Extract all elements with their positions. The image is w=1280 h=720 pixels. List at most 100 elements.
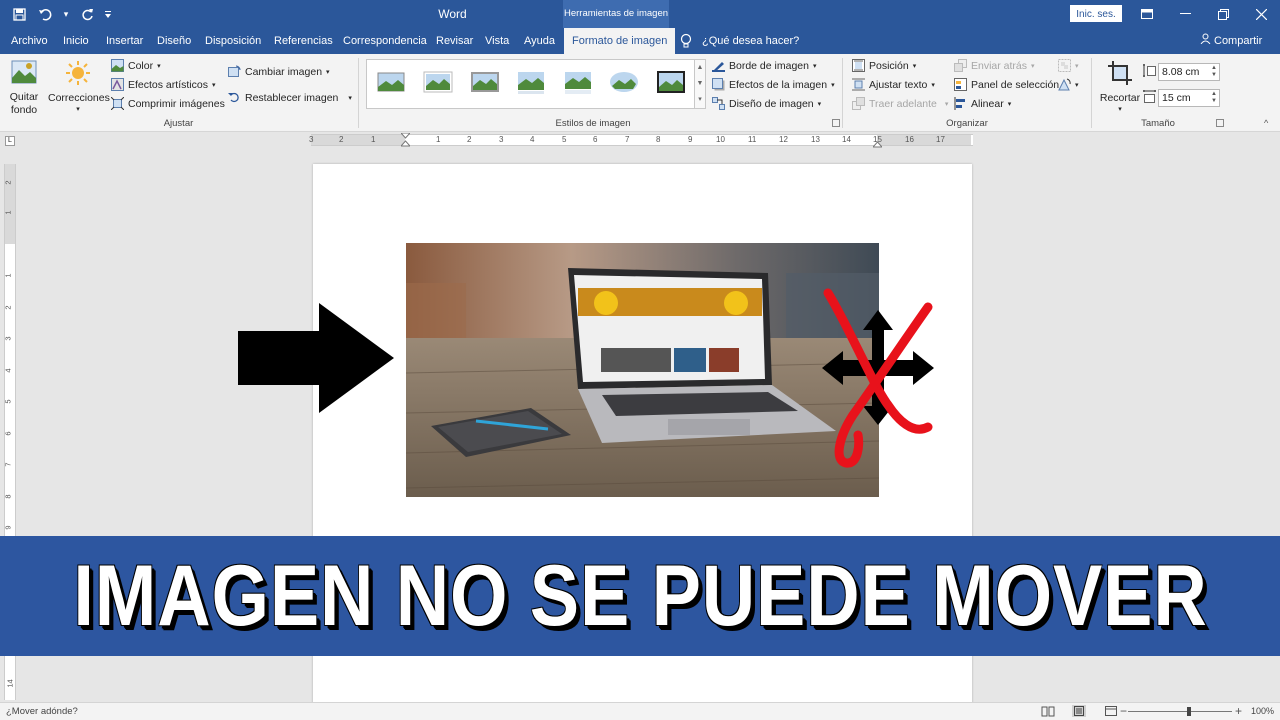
wrap-text-button[interactable]: Ajustar texto ▾ bbox=[852, 78, 935, 91]
collapse-ribbon-icon[interactable]: ^ bbox=[1264, 118, 1268, 128]
dialog-launcher-icon[interactable] bbox=[1216, 119, 1224, 127]
shape-height-icon bbox=[1143, 64, 1156, 80]
tab-referencias[interactable]: Referencias bbox=[274, 28, 333, 54]
picture-style-thumbnail[interactable] bbox=[376, 69, 406, 95]
zoom-slider-thumb[interactable] bbox=[1187, 707, 1191, 716]
tab-selector-icon[interactable]: L bbox=[5, 136, 15, 146]
tab-vista[interactable]: Vista bbox=[485, 28, 509, 54]
horizontal-ruler[interactable]: 3 2 1 1 2 3 4 5 6 7 8 9 10 11 12 13 14 1… bbox=[309, 132, 973, 148]
chevron-down-icon: ▾ bbox=[157, 62, 161, 70]
dialog-launcher-icon[interactable] bbox=[832, 119, 840, 127]
sign-in-button[interactable]: Inic. ses. bbox=[1070, 5, 1122, 22]
banner-headline: IMAGEN NO SE PUEDE MOVER bbox=[72, 547, 1208, 644]
share-label: Compartir bbox=[1214, 35, 1263, 47]
window-title: Word bbox=[438, 7, 467, 21]
zoom-percentage[interactable]: 100% bbox=[1251, 706, 1274, 716]
close-icon[interactable] bbox=[1242, 0, 1280, 28]
bring-forward-icon bbox=[852, 97, 865, 110]
tab-formato-de-imagen[interactable]: Formato de imagen bbox=[564, 28, 676, 54]
tab-diseno[interactable]: Diseño bbox=[157, 28, 191, 54]
chevron-down-icon: ▾ bbox=[944, 100, 949, 108]
position-label: Posición bbox=[869, 59, 909, 72]
artistic-effects-label: Efectos artísticos bbox=[128, 78, 208, 91]
ruler-number: 8 bbox=[656, 135, 661, 144]
read-mode-icon[interactable] bbox=[1041, 705, 1055, 717]
share-button[interactable]: Compartir bbox=[1200, 28, 1262, 54]
change-picture-button[interactable]: Cambiar imagen ▾ bbox=[228, 65, 330, 78]
shape-width-input[interactable]: 15 cm ▲ ▼ bbox=[1158, 89, 1220, 107]
document-image[interactable] bbox=[406, 243, 879, 497]
ruler-number: 2 bbox=[3, 180, 13, 185]
group-objects-button[interactable]: ▾ bbox=[1058, 59, 1079, 72]
change-picture-label: Cambiar imagen bbox=[245, 65, 323, 78]
remove-background-icon bbox=[11, 60, 37, 87]
send-backward-button[interactable]: Enviar atrás ▾ bbox=[954, 59, 1035, 72]
ruler-number: 3 bbox=[3, 336, 13, 341]
picture-style-thumbnail[interactable] bbox=[563, 69, 593, 95]
remove-background-button[interactable]: Quitar fondo bbox=[6, 58, 42, 116]
picture-style-thumbnail[interactable] bbox=[609, 69, 639, 95]
zoom-out-icon[interactable]: − bbox=[1120, 704, 1127, 718]
tab-revisar[interactable]: Revisar bbox=[436, 28, 473, 54]
tab-ayuda[interactable]: Ayuda bbox=[524, 28, 555, 54]
right-indent-marker-icon[interactable] bbox=[871, 139, 884, 151]
ruler-number: 16 bbox=[905, 135, 914, 144]
status-bar: ¿Mover adónde? − + 100% bbox=[0, 702, 1280, 720]
tab-disposicion[interactable]: Disposición bbox=[205, 28, 261, 54]
ribbon-display-options-icon[interactable] bbox=[1128, 0, 1166, 28]
picture-layout-button[interactable]: Diseño de imagen ▾ bbox=[712, 97, 821, 110]
group-label-ajustar: Ajustar bbox=[163, 118, 194, 129]
styles-gallery-scroll[interactable]: ▲ ▼ ▾ bbox=[694, 59, 706, 109]
tell-me-search[interactable]: ¿Qué desea hacer? bbox=[702, 28, 799, 54]
tab-archivo[interactable]: Archivo bbox=[11, 28, 48, 54]
color-button[interactable]: Color ▾ bbox=[111, 59, 161, 72]
group-objects-icon bbox=[1058, 59, 1071, 72]
ruler-number: 4 bbox=[3, 368, 13, 373]
zoom-slider[interactable] bbox=[1128, 711, 1232, 712]
position-button[interactable]: Posición ▾ bbox=[852, 59, 916, 72]
spinner-icon[interactable]: ▲ ▼ bbox=[1211, 91, 1217, 105]
chevron-down-icon: ▾ bbox=[912, 62, 917, 70]
selection-pane-button[interactable]: Panel de selección bbox=[954, 78, 1059, 91]
indent-marker-icon[interactable] bbox=[399, 132, 412, 150]
ruler-number: 11 bbox=[748, 135, 757, 144]
reset-picture-button[interactable]: Restablecer imagen ▾ bbox=[228, 91, 352, 104]
person-icon bbox=[1200, 28, 1211, 54]
crop-button[interactable]: Recortar ▾ bbox=[1097, 58, 1143, 116]
ruler-number: 10 bbox=[716, 135, 725, 144]
wrap-text-icon bbox=[852, 78, 865, 91]
ruler-number: 5 bbox=[562, 135, 567, 144]
color-icon bbox=[111, 59, 124, 72]
ruler-number: 14 bbox=[842, 135, 851, 144]
picture-style-thumbnail[interactable] bbox=[656, 69, 686, 95]
ruler-number: 4 bbox=[530, 135, 535, 144]
remove-background-label-2: fondo bbox=[10, 104, 38, 116]
compress-pictures-button[interactable]: Comprimir imágenes bbox=[110, 96, 225, 111]
print-layout-icon[interactable] bbox=[1072, 705, 1086, 717]
minimize-icon[interactable] bbox=[1166, 0, 1204, 28]
shape-height-input[interactable]: 8.08 cm ▲ ▼ bbox=[1158, 63, 1220, 81]
tab-inicio[interactable]: Inicio bbox=[63, 28, 89, 54]
bring-forward-button[interactable]: Traer adelante ▾ bbox=[852, 97, 948, 110]
compress-label: Comprimir imágenes bbox=[128, 97, 225, 110]
crop-label: Recortar bbox=[1099, 92, 1141, 104]
restore-icon[interactable] bbox=[1204, 0, 1242, 28]
tab-correspondencia[interactable]: Correspondencia bbox=[343, 28, 427, 54]
picture-style-thumbnail[interactable] bbox=[470, 69, 500, 95]
ruler-number: 17 bbox=[936, 135, 945, 144]
web-layout-icon[interactable] bbox=[1104, 705, 1118, 717]
align-button[interactable]: Alinear ▾ bbox=[954, 97, 1011, 110]
spinner-icon[interactable]: ▲ ▼ bbox=[1211, 65, 1217, 79]
corrections-button[interactable]: Correcciones ▾ bbox=[48, 58, 110, 116]
picture-style-thumbnail[interactable] bbox=[423, 69, 453, 95]
picture-effects-button[interactable]: Efectos de la imagen ▾ bbox=[712, 78, 835, 91]
ruler-number: 1 bbox=[371, 135, 376, 144]
picture-border-button[interactable]: Borde de imagen ▾ bbox=[712, 59, 817, 72]
picture-style-thumbnail[interactable] bbox=[516, 69, 546, 95]
tab-insertar[interactable]: Insertar bbox=[106, 28, 143, 54]
rotate-button[interactable]: ▾ bbox=[1058, 78, 1079, 91]
group-label-organizar: Organizar bbox=[946, 118, 988, 129]
zoom-in-icon[interactable]: + bbox=[1235, 704, 1242, 718]
title-bar: ▾ Word Herramientas de imagen Inic. ses. bbox=[0, 0, 1280, 28]
artistic-effects-button[interactable]: Efectos artísticos ▾ bbox=[111, 78, 215, 91]
